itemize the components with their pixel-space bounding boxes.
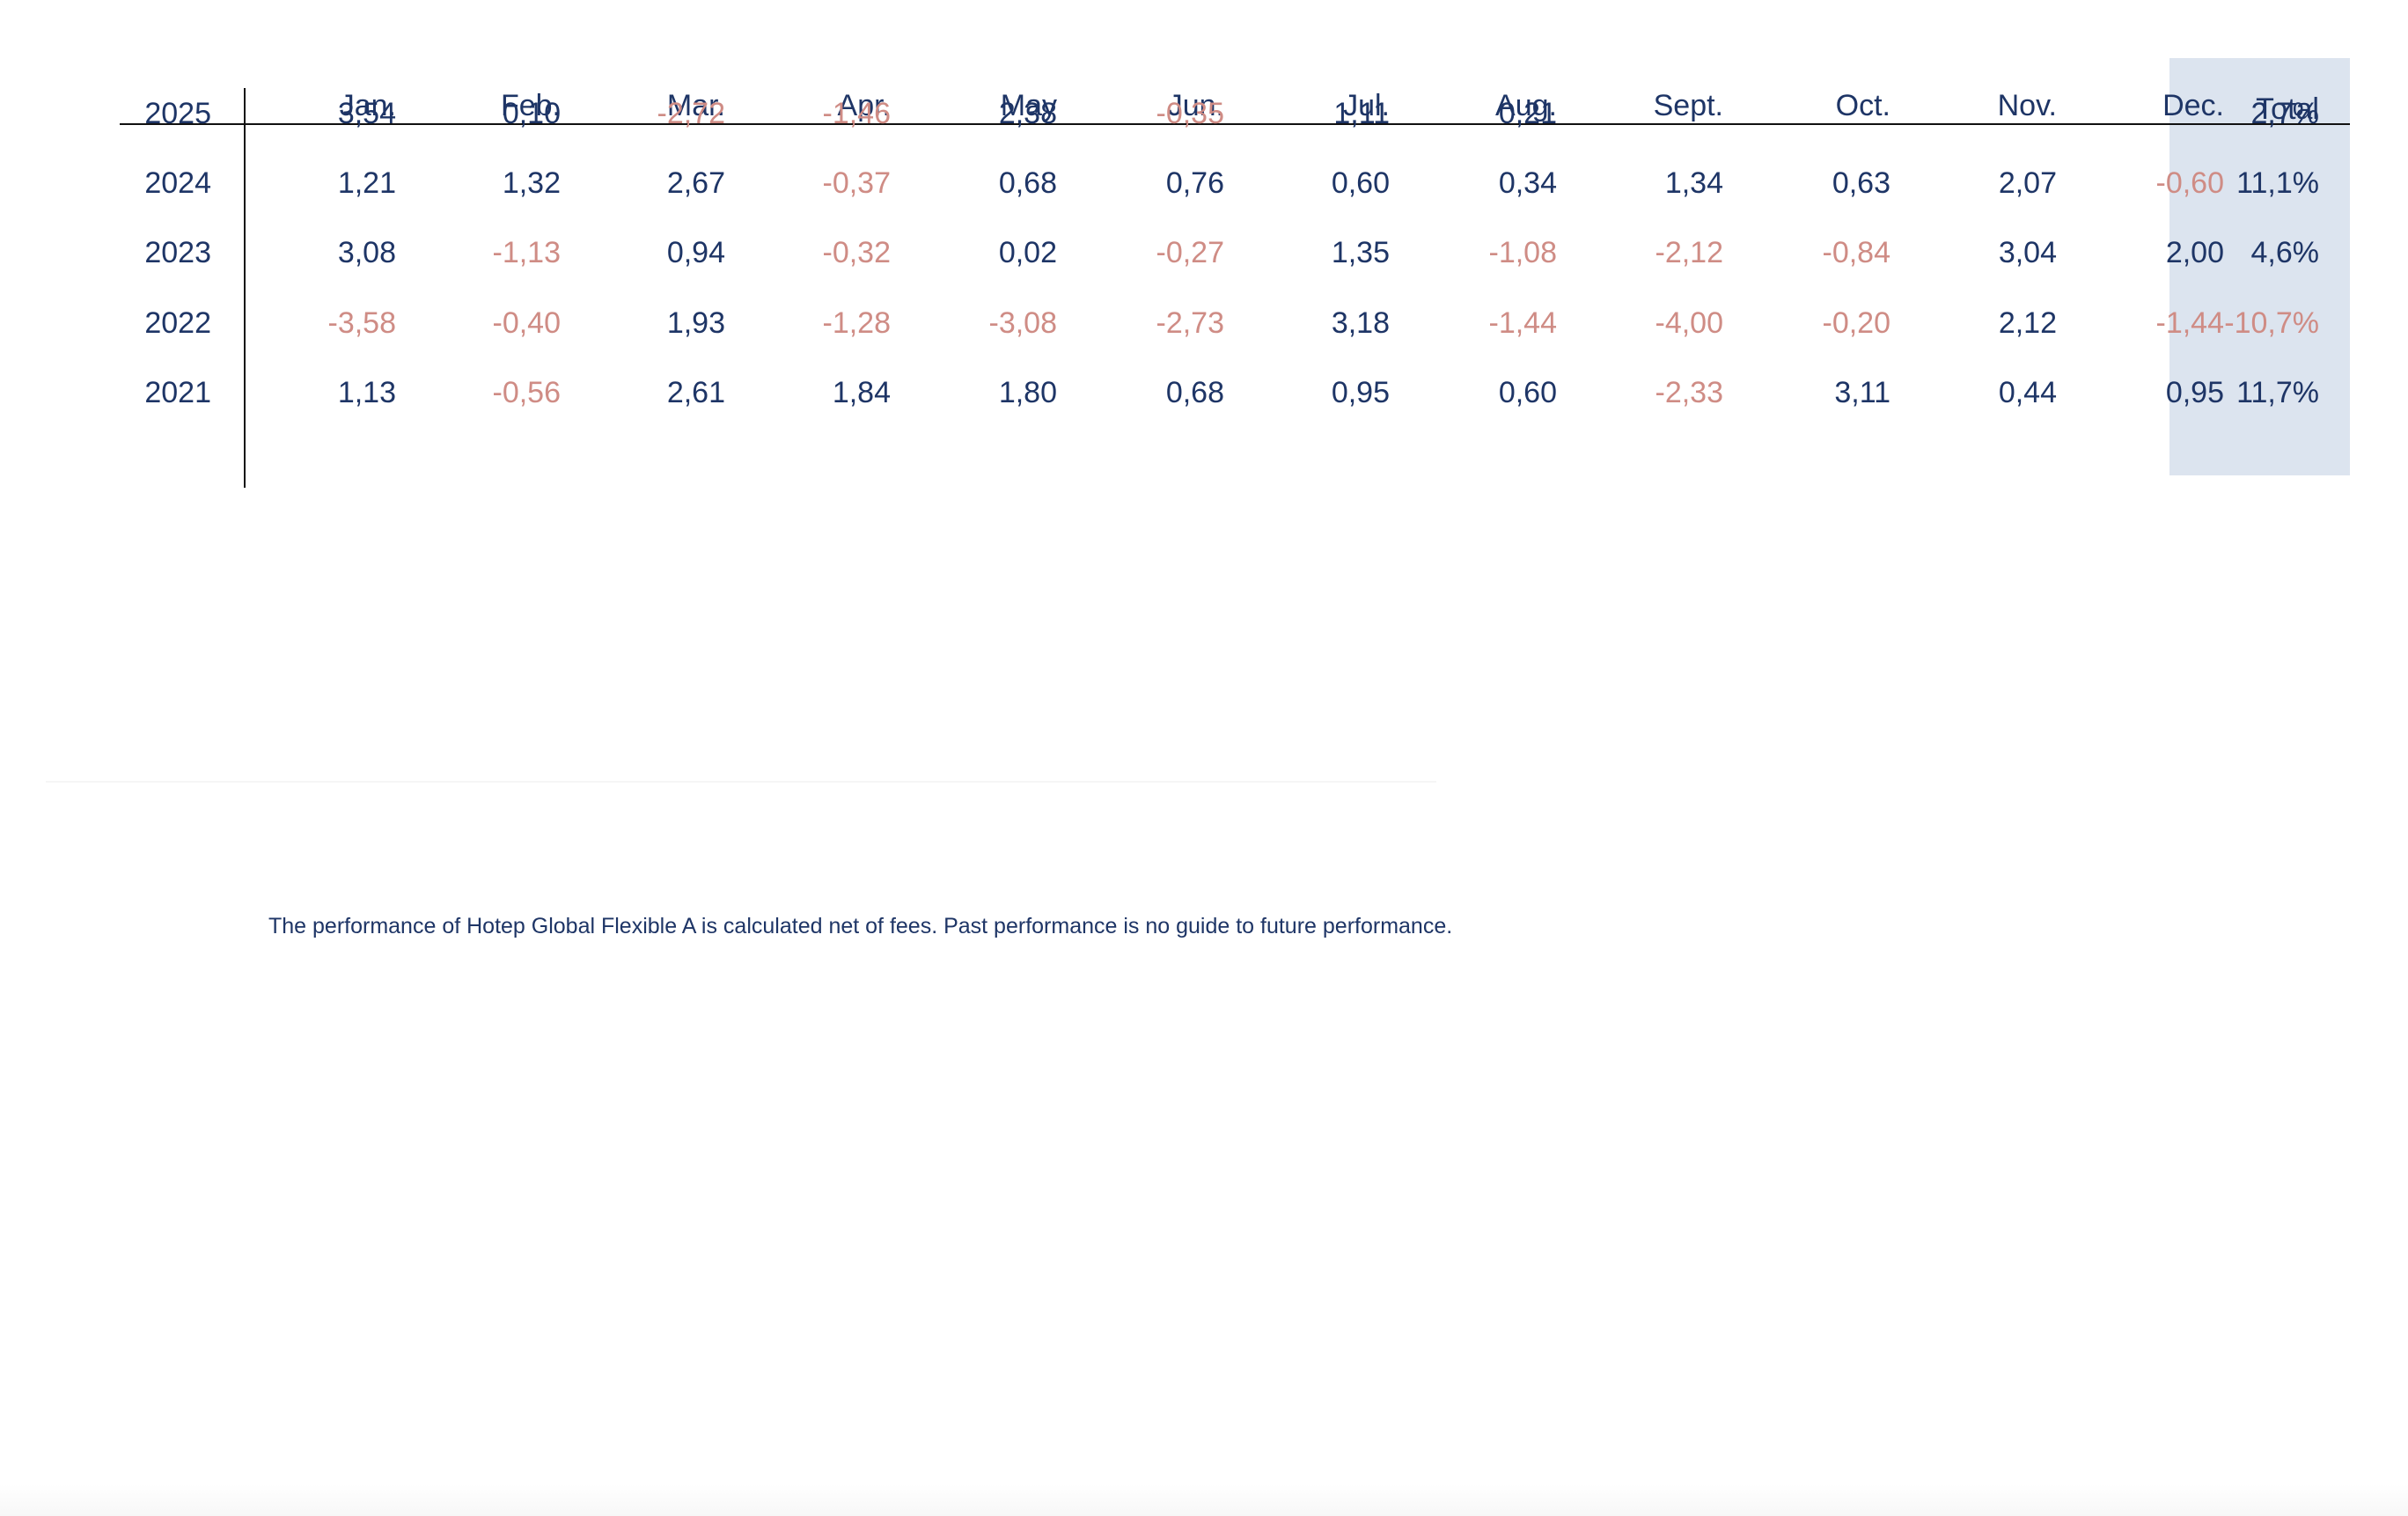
monthly-return-cell: -0,32 — [822, 236, 892, 269]
monthly-return-cell: -2,33 — [1655, 376, 1724, 409]
monthly-return-cell: 0,60 — [1331, 166, 1390, 200]
monthly-return-cell: 1,93 — [666, 306, 725, 340]
page-bottom-edge — [0, 1484, 2408, 1516]
monthly-return-cell: -0,40 — [492, 306, 562, 340]
month-header-10: Oct. — [1835, 89, 1890, 122]
monthly-return-cell: -2,73 — [1156, 306, 1225, 340]
monthly-return-cell: 0,68 — [998, 166, 1057, 200]
monthly-return-cell: -1,28 — [822, 306, 892, 340]
monthly-return-cell: 1,21 — [337, 166, 396, 200]
annual-total-cell: -10,7% — [2224, 306, 2319, 340]
monthly-return-cell: -0,37 — [822, 166, 892, 200]
monthly-return-cell: -1,44 — [1488, 306, 1558, 340]
month-header-11: Nov. — [1997, 89, 2057, 122]
monthly-return-cell: -0,35 — [1156, 97, 1225, 130]
monthly-return-cell: -0,84 — [1822, 236, 1891, 269]
year-label: 2025 — [144, 97, 211, 130]
monthly-return-cell: 0,44 — [1998, 376, 2057, 409]
monthly-return-cell: 3,18 — [1331, 306, 1390, 340]
monthly-return-cell: 0,68 — [1165, 376, 1224, 409]
annual-total-cell: 11,1% — [2236, 166, 2319, 200]
monthly-return-cell: 2,61 — [666, 376, 725, 409]
annual-total-cell: 4,6% — [2250, 236, 2320, 269]
year-label: 2021 — [144, 376, 211, 409]
monthly-return-cell: -0,27 — [1156, 236, 1225, 269]
monthly-return-cell: 2,38 — [998, 97, 1057, 130]
monthly-return-cell: -3,08 — [988, 306, 1058, 340]
monthly-return-cell: 1,35 — [1331, 236, 1390, 269]
monthly-return-cell: 0,94 — [666, 236, 725, 269]
monthly-return-cell: -1,08 — [1488, 236, 1558, 269]
monthly-return-cell: -2,12 — [1655, 236, 1724, 269]
year-label: 2024 — [144, 166, 211, 200]
annual-total-cell: 11,7% — [2236, 376, 2319, 409]
monthly-return-cell: -1,46 — [822, 97, 892, 130]
year-label: 2022 — [144, 306, 211, 340]
monthly-return-cell: 0,63 — [1832, 166, 1890, 200]
monthly-return-cell: 3,04 — [1998, 236, 2057, 269]
monthly-return-cell: 0,10 — [502, 97, 561, 130]
monthly-return-cell: 3,11 — [1834, 376, 1890, 409]
monthly-return-cell: 0,60 — [1498, 376, 1557, 409]
monthly-return-cell: 2,12 — [1998, 306, 2057, 340]
monthly-return-cell: 1,32 — [502, 166, 561, 200]
monthly-return-cell: 3,54 — [337, 97, 396, 130]
monthly-return-cell: 1,84 — [832, 376, 891, 409]
year-column-divider — [244, 88, 246, 488]
monthly-return-cell: 0,76 — [1165, 166, 1224, 200]
year-label: 2023 — [144, 236, 211, 269]
annual-total-cell: 2,7% — [2250, 97, 2320, 130]
monthly-return-cell: 1,13 — [337, 376, 396, 409]
monthly-return-cell: -1,13 — [492, 236, 562, 269]
monthly-return-cell: 2,67 — [666, 166, 725, 200]
monthly-return-cell: 1,34 — [1664, 166, 1723, 200]
monthly-return-cell: 0,34 — [1498, 166, 1557, 200]
monthly-return-cell: -2,72 — [657, 97, 726, 130]
monthly-return-cell: 0,21 — [1498, 97, 1557, 130]
monthly-return-cell: 1,11 — [1333, 97, 1390, 130]
monthly-return-cell: 0,02 — [998, 236, 1057, 269]
monthly-return-cell: -0,20 — [1822, 306, 1891, 340]
monthly-return-cell: 0,95 — [1331, 376, 1390, 409]
monthly-return-cell: -4,00 — [1655, 306, 1724, 340]
performance-table: Jan. Feb. Mar. Apr. May Jun. Jul. Aug. Sept. Oct.… — [120, 46, 2350, 488]
monthly-return-cell: 2,07 — [1998, 166, 2057, 200]
monthly-return-cell: -0,56 — [492, 376, 562, 409]
divider-line — [46, 781, 1436, 783]
monthly-return-cell: 1,80 — [998, 376, 1057, 409]
performance-disclaimer: The performance of Hotep Global Flexible… — [268, 914, 1453, 938]
month-header-9: Sept. — [1653, 89, 1723, 122]
monthly-return-cell: -3,58 — [327, 306, 397, 340]
monthly-return-cell: 3,08 — [337, 236, 396, 269]
